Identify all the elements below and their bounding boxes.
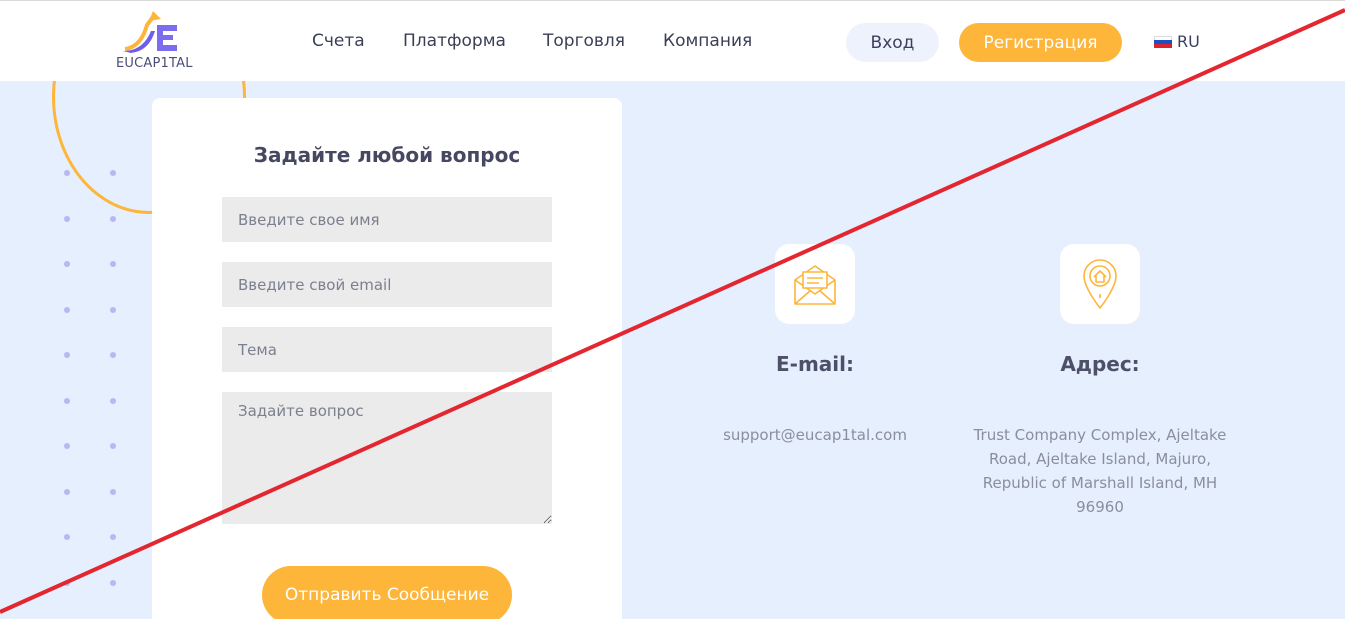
logo[interactable]: EUCAP1TAL [113,11,205,73]
email-value[interactable]: support@eucap1tal.com [695,423,935,447]
message-field[interactable] [222,392,552,524]
email-field[interactable] [222,262,552,307]
decorative-dot [64,170,70,176]
address-line: Republic of Marshall Island, MH [982,474,1218,492]
email-icon-box [775,244,855,324]
decorative-dot [64,534,70,540]
decorative-dot [110,488,116,495]
decorative-dot [110,261,116,267]
decorative-dot [110,170,116,176]
register-button[interactable]: Регистрация [959,23,1122,62]
decorative-dot [110,352,116,358]
address-value: Trust Company Complex, Ajeltake Road, Aj… [960,423,1240,519]
nav-company[interactable]: Компания [663,31,752,51]
name-field[interactable] [222,197,552,242]
address-icon-box [1060,244,1140,324]
nav-accounts[interactable]: Счета [312,31,365,51]
login-button[interactable]: Вход [846,23,939,62]
send-message-button[interactable]: Отправить Сообщение [262,566,512,619]
form-title: Задайте любой вопрос [253,143,521,167]
email-title: E-mail: [775,352,854,376]
language-label: RU [1177,32,1200,51]
nav-trading[interactable]: Торговля [543,31,625,51]
address-line: Trust Company Complex, Ajeltake [973,426,1227,444]
site-header: EUCAP1TAL Счета Платформа Торговля Компа… [0,0,1345,81]
contact-form-card: Задайте любой вопрос Отправить Сообщение [152,98,622,619]
decorative-dot [64,579,70,586]
decorative-dot [110,397,116,404]
subject-field[interactable] [222,327,552,372]
decorative-dot [64,215,70,222]
decorative-dot [64,397,70,404]
decorative-dot [110,215,116,222]
decorative-dot [64,443,70,449]
address-line: Road, Ajeltake Island, Majuro, [989,450,1211,468]
decorative-dot [110,579,116,586]
decorative-dot [64,352,70,358]
decorative-dot [110,306,116,313]
address-line: 96960 [1076,498,1124,516]
language-selector[interactable]: RU [1154,32,1200,51]
logo-text: EUCAP1TAL [116,56,193,71]
envelope-icon [794,265,836,305]
map-pin-icon [1083,259,1117,309]
logo-mark-icon [123,11,177,53]
decorative-dot [110,534,116,540]
decorative-dot [64,488,70,495]
address-title: Адрес: [1060,352,1140,376]
russian-flag-icon [1154,35,1172,48]
nav-platform[interactable]: Платформа [403,31,506,51]
decorative-dot [110,443,116,449]
decorative-dot [64,306,70,313]
decorative-dot [64,261,70,267]
